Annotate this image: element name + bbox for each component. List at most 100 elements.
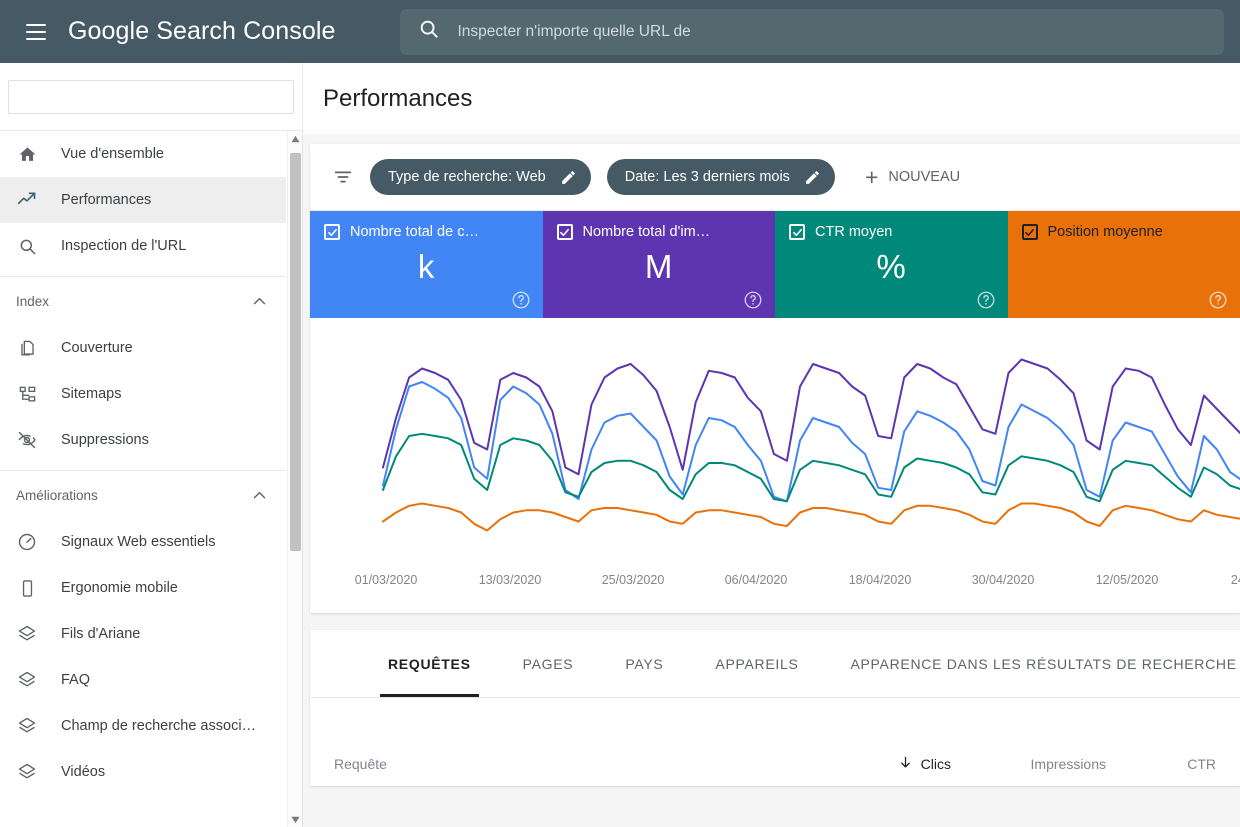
filter-bar: Type de recherche: Web Date: Les 3 derni…: [310, 144, 1240, 211]
metric-checkbox[interactable]: [1022, 224, 1038, 240]
sidebar-scrollbar-thumb[interactable]: [290, 153, 301, 551]
sidebar-item-faq[interactable]: FAQ: [0, 657, 286, 703]
metric-value: k: [324, 248, 529, 286]
hamburger-menu-icon[interactable]: [16, 12, 56, 52]
sidebar-scrollbar[interactable]: [287, 131, 302, 827]
app-header: Google Search Console: [0, 0, 1240, 63]
sidebar-item-inspection-url[interactable]: Inspection de l'URL: [0, 223, 286, 269]
metric-card-total-clicks[interactable]: Nombre total de c… k: [310, 211, 543, 318]
metric-label: Nombre total d'im…: [583, 224, 711, 240]
help-circle-icon[interactable]: [976, 290, 996, 310]
metric-head: CTR moyen: [789, 224, 994, 240]
sidebar-section-label: Index: [16, 294, 49, 309]
metric-value: %: [789, 248, 994, 286]
pencil-icon[interactable]: [804, 169, 821, 186]
add-new-filter-button[interactable]: + NOUVEAU: [865, 166, 960, 189]
tab-pages[interactable]: PAGES: [497, 630, 600, 697]
tab-pays[interactable]: PAYS: [599, 630, 689, 697]
search-input[interactable]: [458, 23, 1207, 41]
sidebar-item-ergonomie-mobile[interactable]: Ergonomie mobile: [0, 565, 286, 611]
sidebar-item-label: Ergonomie mobile: [61, 580, 178, 596]
performance-chart-svg: [310, 318, 1240, 613]
help-circle-icon[interactable]: [743, 290, 763, 310]
tab-appareils[interactable]: APPAREILS: [689, 630, 824, 697]
dimension-table-card: REQUÊTES PAGES PAYS APPAREILS APPARENCE …: [310, 630, 1240, 786]
speedometer-icon: [16, 531, 38, 553]
add-new-filter-label: NOUVEAU: [888, 169, 960, 185]
sidebar-item-label: Inspection de l'URL: [61, 238, 186, 254]
scroll-down-arrow-icon[interactable]: [288, 811, 303, 827]
layers-icon: [16, 761, 38, 783]
chevron-up-icon: [251, 487, 268, 504]
tab-apparence-resultats[interactable]: APPARENCE DANS LES RÉSULTATS DE RECHERCH…: [824, 630, 1240, 697]
metric-checkbox[interactable]: [324, 224, 340, 240]
search-icon: [418, 18, 440, 45]
performance-chart[interactable]: 01/03/202013/03/202025/03/202006/04/2020…: [310, 318, 1240, 613]
metric-card-total-impressions[interactable]: Nombre total d'im… M: [543, 211, 776, 318]
sidebar-item-videos[interactable]: Vidéos: [0, 749, 286, 795]
tab-label: PAYS: [625, 656, 663, 672]
sidebar-item-label: Suppressions: [61, 432, 149, 448]
pages-icon: [16, 337, 38, 359]
chart-series-line: [383, 504, 1240, 531]
chip-date-range[interactable]: Date: Les 3 derniers mois: [607, 159, 835, 195]
scroll-up-arrow-icon[interactable]: [288, 131, 303, 147]
app-brand: Google Search Console: [68, 17, 336, 46]
sidebar-section-index[interactable]: Index: [0, 277, 286, 325]
metric-checkbox[interactable]: [789, 224, 805, 240]
metric-checkbox[interactable]: [557, 224, 573, 240]
layers-icon: [16, 715, 38, 737]
column-header-ctr[interactable]: CTR: [1106, 756, 1216, 772]
url-inspection-search-bar[interactable]: [400, 9, 1225, 55]
column-header-clicks-label: Clics: [921, 756, 951, 772]
metric-head: Nombre total de c…: [324, 224, 529, 240]
main-content: Performances Type de recherche: Web Date…: [303, 63, 1240, 827]
metric-head: Position moyenne: [1022, 224, 1227, 240]
help-circle-icon[interactable]: [511, 290, 531, 310]
sidebar-item-label: Performances: [61, 192, 151, 208]
metric-label: Nombre total de c…: [350, 224, 479, 240]
sidebar-item-label: Signaux Web essentiels: [61, 534, 216, 550]
brand-google: Google: [68, 17, 149, 46]
sidebar-item-champ-de-recherche-associe[interactable]: Champ de recherche associ…: [0, 703, 286, 749]
layers-icon: [16, 623, 38, 645]
column-header-query[interactable]: Requête: [334, 756, 791, 772]
chip-search-type[interactable]: Type de recherche: Web: [370, 159, 591, 195]
pencil-icon[interactable]: [560, 169, 577, 186]
tab-label: APPARENCE DANS LES RÉSULTATS DE RECHERCH…: [850, 656, 1236, 672]
sidebar-item-label: Fils d'Ariane: [61, 626, 140, 642]
arrow-down-icon: [898, 755, 913, 773]
sidebar-item-signaux-web-essentiels[interactable]: Signaux Web essentiels: [0, 519, 286, 565]
layers-icon: [16, 669, 38, 691]
mobile-phone-icon: [16, 577, 38, 599]
metric-label: Position moyenne: [1048, 224, 1163, 240]
sidebar-item-performances[interactable]: Performances: [0, 177, 286, 223]
sidebar-section-label: Améliorations: [16, 488, 98, 503]
home-icon: [16, 143, 38, 165]
chart-series-line: [383, 360, 1240, 475]
sitemap-icon: [16, 383, 38, 405]
sidebar-item-fils-dariane[interactable]: Fils d'Ariane: [0, 611, 286, 657]
chevron-up-icon: [251, 293, 268, 310]
table-header-row: Requête Clics Impressions CTR: [310, 742, 1240, 786]
metric-value: M: [557, 248, 762, 286]
sidebar-item-vue-densemble[interactable]: Vue d'ensemble: [0, 131, 286, 177]
tab-requetes[interactable]: REQUÊTES: [362, 630, 497, 697]
page-title-bar: Performances: [303, 63, 1240, 134]
sidebar-item-label: FAQ: [61, 672, 90, 688]
metric-card-average-position[interactable]: Position moyenne: [1008, 211, 1240, 318]
sidebar-item-couverture[interactable]: Couverture: [0, 325, 286, 371]
sidebar-section-ameliorations[interactable]: Améliorations: [0, 471, 286, 519]
column-header-impressions[interactable]: Impressions: [951, 756, 1106, 772]
property-selector-input[interactable]: [8, 80, 294, 114]
help-circle-icon[interactable]: [1208, 290, 1228, 310]
sidebar-item-suppressions[interactable]: Suppressions: [0, 417, 286, 463]
filter-list-icon[interactable]: [332, 166, 354, 188]
sidebar-item-label: Vue d'ensemble: [61, 146, 164, 162]
sidebar-item-label: Vidéos: [61, 764, 105, 780]
performance-card: Type de recherche: Web Date: Les 3 derni…: [310, 144, 1240, 613]
trending-up-icon: [16, 189, 38, 211]
sidebar-item-sitemaps[interactable]: Sitemaps: [0, 371, 286, 417]
metric-card-average-ctr[interactable]: CTR moyen %: [775, 211, 1008, 318]
column-header-clicks[interactable]: Clics: [791, 755, 951, 773]
